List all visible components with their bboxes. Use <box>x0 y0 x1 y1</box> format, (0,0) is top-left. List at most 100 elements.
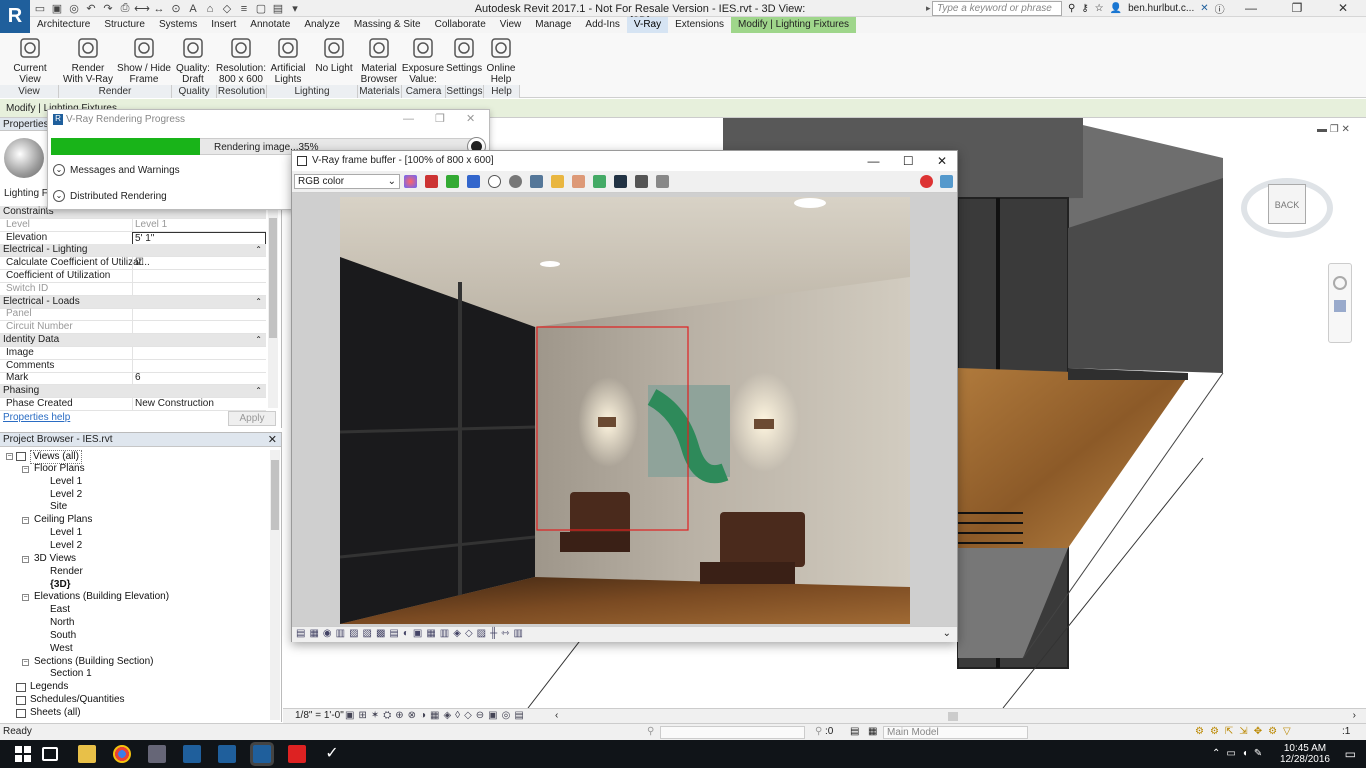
save-icon[interactable]: ▣ <box>50 2 64 16</box>
ribbon-button-material-sphere[interactable]: Material Browser <box>358 33 400 85</box>
search-expand-icon[interactable]: ▸ <box>926 3 931 14</box>
tag-icon[interactable]: ⊙ <box>169 2 183 16</box>
text-icon[interactable]: A <box>186 2 200 16</box>
property-row[interactable]: Mark 6 <box>0 372 266 386</box>
measure-icon[interactable]: ⟷ <box>134 2 150 16</box>
property-row[interactable]: Level Level 1 <box>0 218 266 232</box>
tree-toggle-icon[interactable]: − <box>22 465 29 473</box>
tree-node[interactable]: Level 2 <box>50 540 82 552</box>
stop-icon[interactable] <box>920 175 933 188</box>
switch-windows-icon[interactable]: ▤ <box>271 2 285 16</box>
vfb-window-controls[interactable]: — ☐ ✕ <box>868 151 947 171</box>
property-category[interactable]: Phasing ⌃ <box>0 385 266 399</box>
revit-icon[interactable] <box>183 745 201 763</box>
property-row[interactable]: Calculate Coefficient of Utilizat... ☑ <box>0 257 266 271</box>
pdf-icon[interactable] <box>288 745 306 763</box>
open-icon[interactable]: ▭ <box>33 2 47 16</box>
thin-lines-icon[interactable]: ≡ <box>237 2 251 16</box>
navigation-bar[interactable] <box>1328 263 1352 343</box>
chrome-icon[interactable] <box>113 745 131 763</box>
save-image-icon[interactable] <box>530 175 543 188</box>
editable-only-icon[interactable]: ⚲ <box>815 724 822 740</box>
tab-analyze[interactable]: Analyze <box>297 17 347 33</box>
tree-node[interactable]: Schedules/Quantities <box>30 694 125 706</box>
tree-node[interactable]: Render <box>50 566 83 578</box>
region-render-icon[interactable] <box>635 175 648 188</box>
design-options-icon[interactable]: ▤ <box>850 724 859 740</box>
property-row[interactable]: Image <box>0 346 266 360</box>
apply-button[interactable]: Apply <box>228 411 276 426</box>
link-icon[interactable] <box>656 175 669 188</box>
tree-node[interactable]: South <box>50 630 76 642</box>
property-row[interactable]: Elevation 5' 1" <box>0 231 266 245</box>
collapse-icon[interactable]: ⌃ <box>255 385 262 397</box>
tree-toggle-icon[interactable]: − <box>22 555 29 563</box>
user-name[interactable]: ben.hurlbut.c... <box>1128 3 1194 14</box>
clock[interactable]: 10:45 AM 12/28/2016 <box>1280 743 1330 765</box>
track-mouse-icon[interactable] <box>593 175 606 188</box>
properties-scrollbar[interactable] <box>268 208 278 408</box>
tab-view[interactable]: View <box>493 17 529 33</box>
3dsmax-icon[interactable] <box>148 745 166 763</box>
app-logo-button[interactable]: R <box>0 0 30 33</box>
view-scale[interactable]: 1/8" = 1'-0" <box>295 709 344 723</box>
property-row[interactable]: Comments <box>0 359 266 373</box>
view-control-icons[interactable]: ▣⊞✶⛭⊕⊗◑▦◈◊◇⊖▣◎▤ <box>345 709 528 723</box>
channel-select[interactable]: RGB color ⌄ <box>294 174 400 189</box>
ribbon-button-help[interactable]: Online Help <box>484 33 518 85</box>
tree-node[interactable]: West <box>50 643 73 655</box>
ribbon-button-lightbulb[interactable]: ArtificialLights On <box>267 33 309 96</box>
alpha-channel-icon[interactable] <box>488 175 501 188</box>
view-window-controls[interactable]: ▬ ❐ ✕ <box>1317 124 1350 135</box>
tab-modify-lighting-fixtures[interactable]: Modify | Lighting Fixtures <box>731 17 857 33</box>
chevron-down-icon[interactable]: ⌄ <box>943 628 951 639</box>
help-search-input[interactable]: Type a keyword or phrase <box>932 1 1062 16</box>
favorites-icon[interactable]: ☆ <box>1095 3 1104 14</box>
vfb-history-icons[interactable]: ▤▦◉▥▨▧▩▤◐▣▦▥◈◇▨╫⇿▥ <box>296 628 527 639</box>
tab-massing-site[interactable]: Massing & Site <box>347 17 428 33</box>
horizontal-scrollbar[interactable] <box>948 712 958 721</box>
property-category[interactable]: Electrical - Loads ⌃ <box>0 295 266 309</box>
workset-icon[interactable]: ⚲ <box>647 724 654 740</box>
maximize-button[interactable]: ❐ <box>1274 0 1320 17</box>
property-value[interactable]: 6 <box>132 372 266 386</box>
tree-node[interactable]: {3D} <box>50 579 71 591</box>
ribbon-group-settings[interactable]: Settings <box>446 85 484 98</box>
tree-node[interactable]: Site <box>50 501 67 513</box>
tree-node[interactable]: Floor Plans <box>34 463 85 475</box>
tree-node[interactable]: Level 1 <box>50 476 82 488</box>
property-value[interactable]: 5' 1" <box>132 231 266 245</box>
rendered-image[interactable] <box>340 197 910 624</box>
property-value[interactable] <box>132 359 266 373</box>
browser-scrollbar[interactable] <box>270 450 280 720</box>
binoculars-icon[interactable]: ⚲ <box>1068 3 1075 14</box>
view-cube[interactable]: BACK <box>1268 184 1306 224</box>
tree-toggle-icon[interactable]: − <box>22 594 29 602</box>
windows-start-icon[interactable] <box>14 745 32 763</box>
ribbon-group-camera[interactable]: Camera <box>402 85 446 98</box>
tab-structure[interactable]: Structure <box>97 17 152 33</box>
property-row[interactable]: Switch ID <box>0 282 266 296</box>
color-channels-icon[interactable] <box>404 175 417 188</box>
ribbon-button-resolution[interactable]: Resolution: 800 x 600 <box>216 33 266 85</box>
ribbon-group-view[interactable]: View <box>0 85 59 98</box>
file-explorer-icon[interactable] <box>78 745 96 763</box>
render-icon[interactable] <box>940 175 953 188</box>
tree-toggle-icon[interactable]: − <box>22 517 29 525</box>
green-channel-icon[interactable] <box>446 175 459 188</box>
clear-image-icon[interactable] <box>572 175 585 188</box>
tree-node[interactable]: Level 1 <box>50 527 82 539</box>
tab-insert[interactable]: Insert <box>204 17 243 33</box>
distributed-expander[interactable]: ⌄ Distributed Rendering <box>53 190 167 202</box>
sync-icon[interactable]: ◎ <box>67 2 81 16</box>
property-category[interactable]: Identity Data ⌃ <box>0 334 266 347</box>
red-channel-icon[interactable] <box>425 175 438 188</box>
tree-node[interactable]: Sheets (all) <box>30 707 81 719</box>
customize-qat-icon[interactable]: ▾ <box>288 2 302 16</box>
user-icon[interactable]: 👤 <box>1110 3 1122 14</box>
tab-add-ins[interactable]: Add-Ins <box>578 17 626 33</box>
undo-icon[interactable]: ↶ <box>84 2 98 16</box>
steering-wheel-icon[interactable] <box>1333 276 1347 290</box>
tree-node[interactable]: Ceiling Plans <box>34 514 92 526</box>
exchange-icon[interactable]: ✕ <box>1200 3 1208 14</box>
